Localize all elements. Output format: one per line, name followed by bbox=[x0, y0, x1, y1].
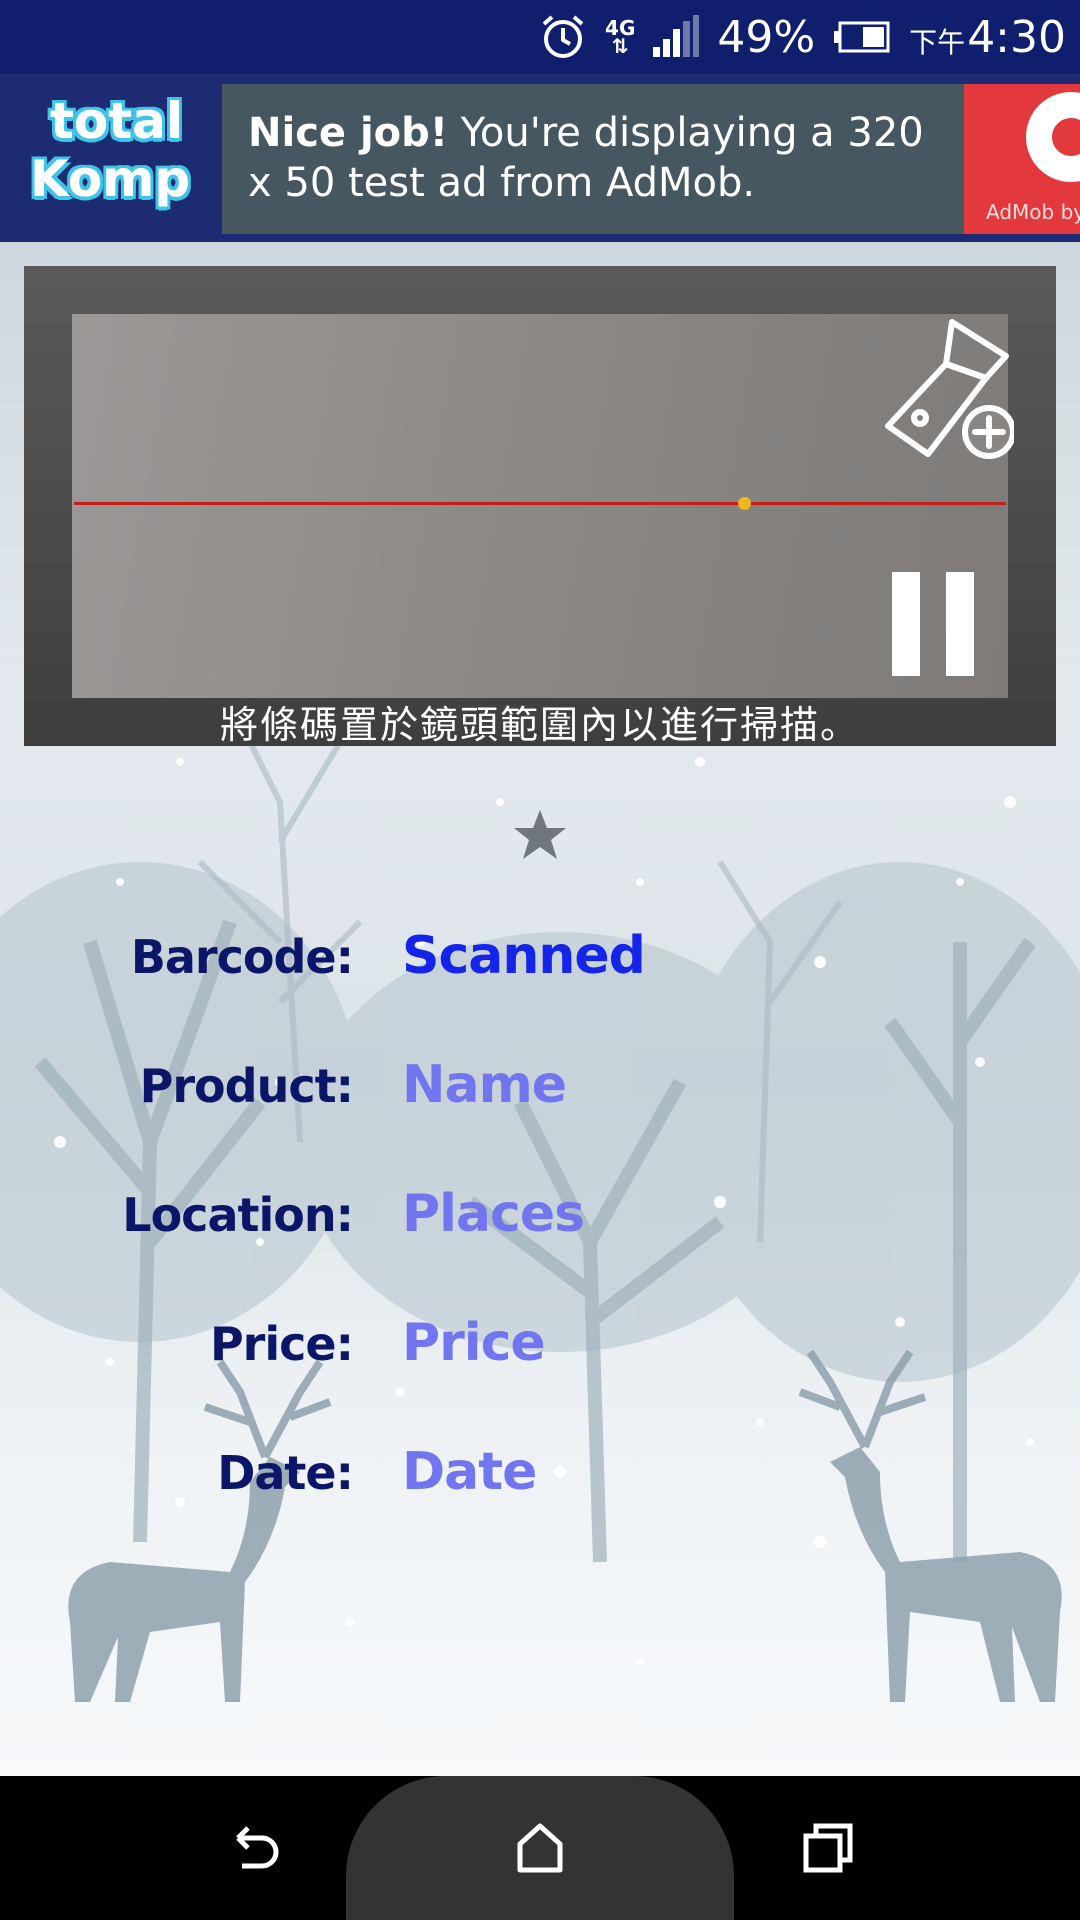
price-label: Price: bbox=[209, 1317, 354, 1371]
date-label: Date: bbox=[217, 1446, 354, 1500]
field-barcode: Barcode: Scanned bbox=[0, 926, 1080, 1000]
location-value: Places bbox=[402, 1184, 585, 1244]
field-price: Price: Price bbox=[0, 1313, 1080, 1387]
location-label: Location: bbox=[122, 1188, 354, 1242]
field-product: Product: Name bbox=[0, 1055, 1080, 1129]
pause-button[interactable] bbox=[892, 572, 974, 676]
barcode-value: Scanned bbox=[402, 926, 646, 986]
ad-headline: Nice job! bbox=[248, 110, 449, 156]
flashlight-add-icon[interactable] bbox=[874, 314, 1014, 464]
field-date: Date: Date bbox=[0, 1442, 1080, 1516]
admob-logo-icon bbox=[1026, 92, 1080, 182]
signal-strength-icon bbox=[653, 15, 700, 57]
admob-badge-text: AdMob by Google bbox=[986, 200, 1080, 224]
admob-badge[interactable]: AdMob by Google bbox=[964, 84, 1080, 234]
home-icon[interactable] bbox=[510, 1818, 570, 1878]
price-value: Price bbox=[402, 1313, 546, 1373]
battery-icon bbox=[834, 21, 890, 53]
clock: 下午 4:30 bbox=[909, 11, 1066, 63]
date-value: Date bbox=[402, 1442, 537, 1502]
product-value: Name bbox=[402, 1055, 567, 1115]
app-logo: total Komp bbox=[30, 92, 191, 208]
field-location: Location: Places bbox=[0, 1184, 1080, 1258]
ad-banner[interactable]: total Komp Nice job! You're displaying a… bbox=[0, 74, 1080, 242]
scan-hint-text: 將條碼置於鏡頭範圍內以進行掃描。 bbox=[219, 703, 860, 747]
navigation-bar bbox=[0, 1776, 1080, 1920]
recent-apps-icon[interactable] bbox=[798, 1818, 858, 1878]
network-type-icon: 4G ⇅ bbox=[605, 16, 636, 58]
scan-focus-dot bbox=[738, 497, 751, 510]
barcode-label: Barcode: bbox=[130, 930, 354, 984]
battery-percent: 49% bbox=[717, 11, 816, 63]
camera-viewfinder[interactable] bbox=[72, 314, 1014, 698]
status-bar: 4G ⇅ 49% 下午 4:30 bbox=[0, 0, 1080, 74]
ad-creative[interactable]: Nice job! You're displaying a 320 x 50 t… bbox=[222, 84, 964, 234]
barcode-scanner: 將條碼置於鏡頭範圍內以進行掃描。 bbox=[24, 266, 1056, 747]
star-icon[interactable] bbox=[510, 806, 570, 866]
back-icon[interactable] bbox=[224, 1818, 284, 1878]
alarm-clock-icon bbox=[542, 15, 584, 58]
scan-laser-line bbox=[74, 502, 1006, 505]
product-label: Product: bbox=[139, 1059, 354, 1113]
